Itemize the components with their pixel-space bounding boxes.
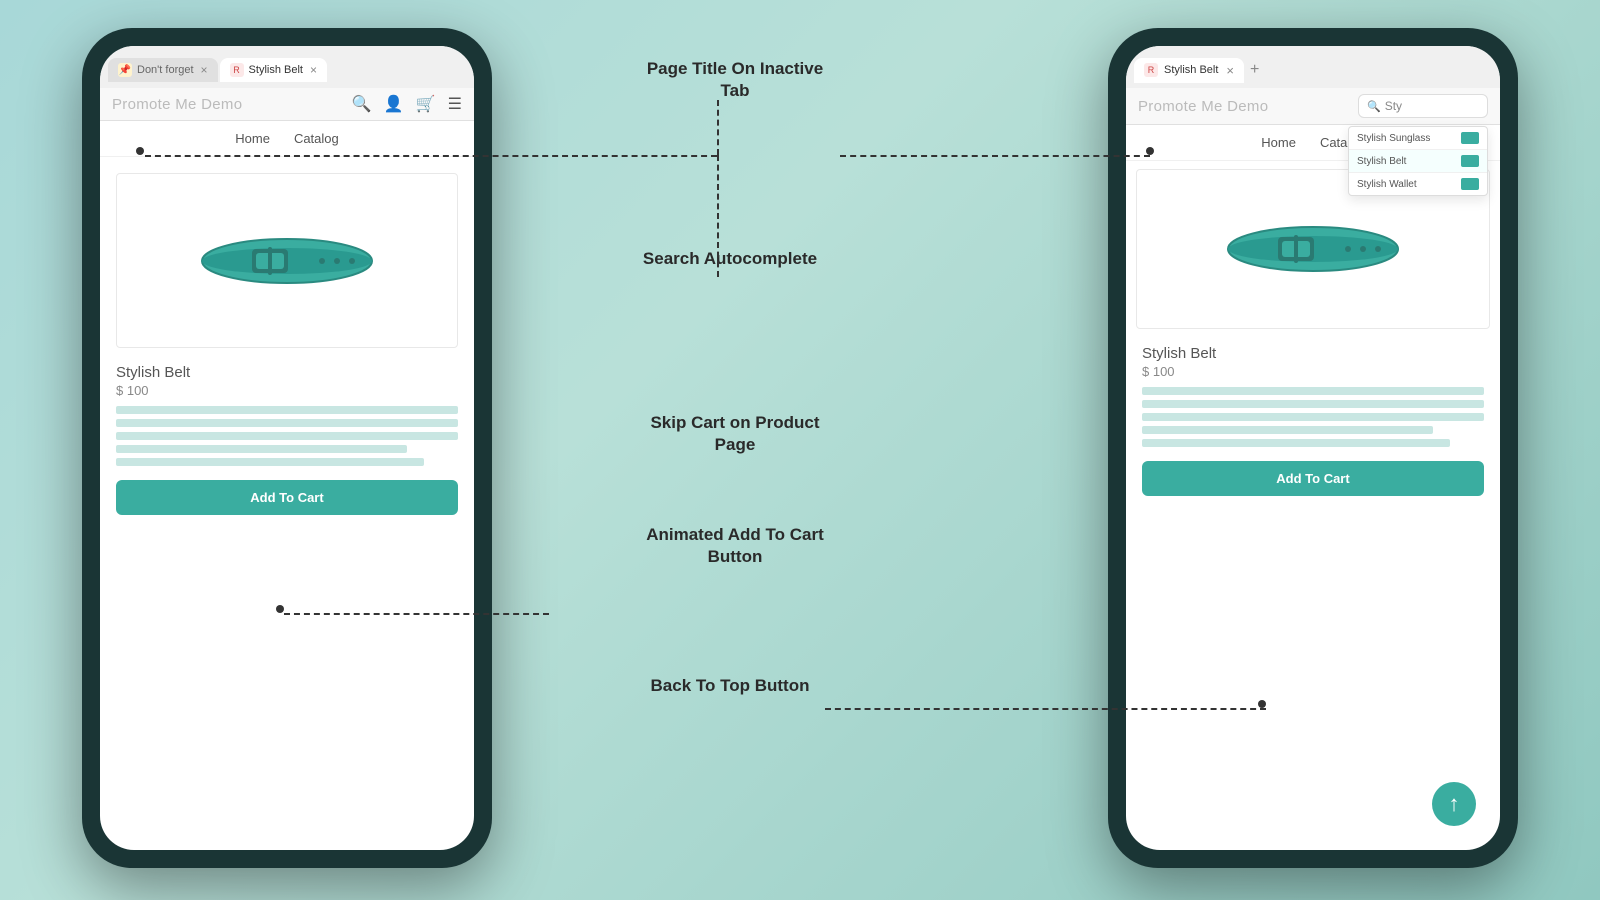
- tab-icon-belt-right: R: [1144, 63, 1158, 77]
- browser-bar-left: Promote Me Demo 🔍 👤 🛒 ☰: [100, 88, 474, 121]
- tab-stylish-belt[interactable]: R Stylish Belt ×: [220, 58, 327, 82]
- tab-close-dont-forget[interactable]: ×: [201, 63, 208, 77]
- autocomplete-icon-3: [1461, 178, 1479, 190]
- dot-search-right: [1146, 147, 1154, 155]
- back-to-top-button[interactable]: ↑: [1432, 782, 1476, 826]
- product-title-right: Stylish Belt: [1142, 345, 1484, 362]
- site-nav-left: Home Catalog: [100, 121, 474, 157]
- tab-icon-reminder: 📌: [118, 63, 132, 77]
- autocomplete-item-3[interactable]: Stylish Wallet: [1349, 173, 1487, 195]
- tab-close-right[interactable]: ×: [1226, 63, 1234, 78]
- line-search-h: [840, 155, 1150, 157]
- product-price-left: $ 100: [116, 383, 458, 398]
- browser-tabs-left: 📌 Don't forget × R Stylish Belt ×: [100, 46, 474, 88]
- account-icon[interactable]: 👤: [384, 94, 404, 114]
- search-input-bar[interactable]: 🔍 Sty: [1358, 94, 1488, 118]
- autocomplete-icon-2: [1461, 155, 1479, 167]
- search-icon[interactable]: 🔍: [352, 94, 372, 114]
- nav-home-right[interactable]: Home: [1261, 135, 1296, 150]
- autocomplete-label-1: Stylish Sunglass: [1357, 133, 1430, 144]
- annotation-search-autocomplete: Search Autocomplete: [635, 248, 825, 270]
- product-title-left: Stylish Belt: [116, 364, 458, 381]
- search-overlay: 🔍 Sty Stylish Sunglass Stylish Belt Styl…: [1358, 94, 1488, 118]
- browser-bar-right: Promote Me Demo 🔍 Sty Stylish Sunglass S…: [1126, 88, 1500, 125]
- tab-label-right: Stylish Belt: [1164, 64, 1218, 76]
- autocomplete-label-3: Stylish Wallet: [1357, 179, 1417, 190]
- text-line-2: [116, 419, 458, 427]
- text-line-4: [116, 445, 407, 453]
- line-page-title-v: [717, 100, 719, 155]
- menu-icon[interactable]: ☰: [448, 94, 462, 114]
- autocomplete-dropdown: Stylish Sunglass Stylish Belt Stylish Wa…: [1348, 126, 1488, 196]
- product-description-right: [1142, 387, 1484, 447]
- browser-icons-left: 🔍 👤 🛒 ☰: [352, 94, 462, 114]
- line-page-title-h: [145, 155, 717, 157]
- add-to-cart-button-right[interactable]: Add To Cart: [1142, 461, 1484, 496]
- annotation-animated-add: Animated Add To Cart Button: [635, 524, 835, 568]
- autocomplete-item-2[interactable]: Stylish Belt: [1349, 150, 1487, 173]
- autocomplete-item-1[interactable]: Stylish Sunglass: [1349, 127, 1487, 150]
- text-line-r5: [1142, 439, 1450, 447]
- annotation-back-to-top: Back To Top Button: [635, 675, 825, 697]
- dot-back-top: [1258, 700, 1266, 708]
- tab-label-dont-forget: Don't forget: [137, 64, 194, 76]
- phone-left: 📌 Don't forget × R Stylish Belt × Promot…: [82, 28, 492, 868]
- text-line-3: [116, 432, 458, 440]
- phone-left-screen: 📌 Don't forget × R Stylish Belt × Promot…: [100, 46, 474, 850]
- annotation-page-title: Page Title On Inactive Tab: [640, 58, 830, 102]
- browser-tabs-right: R Stylish Belt × +: [1126, 46, 1500, 88]
- line-cart-h-left: [284, 613, 549, 615]
- tab-stylish-belt-right[interactable]: R Stylish Belt ×: [1134, 58, 1244, 83]
- text-line-r2: [1142, 400, 1484, 408]
- search-input-text[interactable]: Sty: [1385, 99, 1402, 113]
- product-image-left: [116, 173, 458, 348]
- belt-illustration-left: [192, 221, 382, 301]
- text-line-1: [116, 406, 458, 414]
- site-title-left: Promote Me Demo: [112, 96, 242, 113]
- phone-right-screen: R Stylish Belt × + Promote Me Demo 🔍 Sty…: [1126, 46, 1500, 850]
- line-back-top-h: [825, 708, 1266, 710]
- site-title-right: Promote Me Demo: [1138, 98, 1268, 115]
- add-to-cart-button-left[interactable]: Add To Cart: [116, 480, 458, 515]
- tab-label-stylish-belt: Stylish Belt: [249, 64, 303, 76]
- tab-add-button[interactable]: +: [1250, 61, 1259, 79]
- dot-page-title: [136, 147, 144, 155]
- tab-icon-belt: R: [230, 63, 244, 77]
- text-line-r1: [1142, 387, 1484, 395]
- search-icon-right: 🔍: [1367, 100, 1381, 113]
- back-to-top-icon: ↑: [1449, 793, 1460, 815]
- dot-cart-left: [276, 605, 284, 613]
- text-line-r3: [1142, 413, 1484, 421]
- annotation-skip-cart: Skip Cart on Product Page: [635, 412, 835, 456]
- nav-home-left[interactable]: Home: [235, 131, 270, 146]
- belt-illustration-right: [1218, 209, 1408, 289]
- tab-close-stylish-belt[interactable]: ×: [310, 63, 317, 77]
- autocomplete-label-2: Stylish Belt: [1357, 156, 1406, 167]
- tab-dont-forget[interactable]: 📌 Don't forget ×: [108, 58, 218, 82]
- nav-catalog-left[interactable]: Catalog: [294, 131, 339, 146]
- product-description-left: [116, 406, 458, 466]
- autocomplete-icon-1: [1461, 132, 1479, 144]
- text-line-r4: [1142, 426, 1433, 434]
- text-line-5: [116, 458, 424, 466]
- cart-icon[interactable]: 🛒: [416, 94, 436, 114]
- line-search-v: [717, 155, 719, 277]
- product-price-right: $ 100: [1142, 364, 1484, 379]
- phone-right: R Stylish Belt × + Promote Me Demo 🔍 Sty…: [1108, 28, 1518, 868]
